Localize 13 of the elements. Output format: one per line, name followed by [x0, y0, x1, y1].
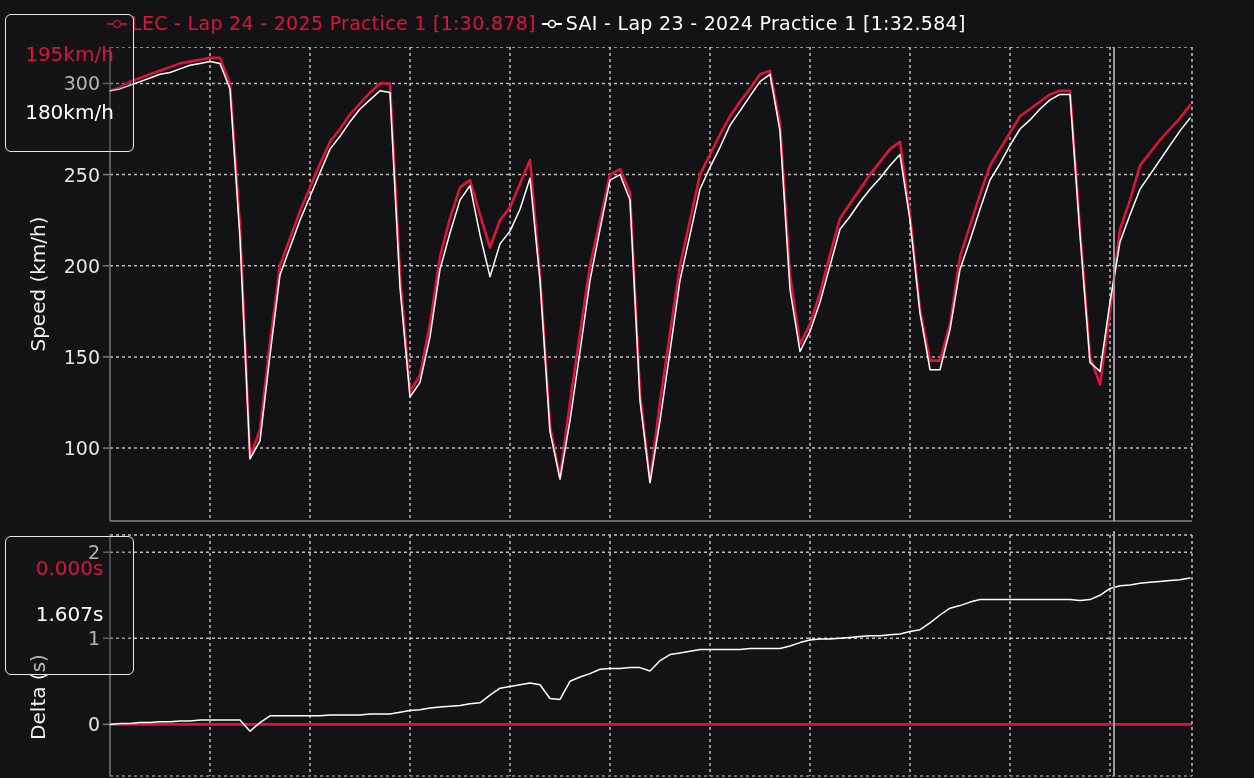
y-tick-label: 250 — [63, 163, 100, 186]
y-tick-label: 1 — [87, 627, 100, 650]
axis-title: Speed (km/h) — [26, 216, 50, 352]
tooltip-value: 1.607s — [35, 601, 104, 628]
y-tick-label: 100 — [63, 437, 100, 460]
tooltip-value: 195km/h — [25, 41, 114, 68]
legend-label[interactable]: SAI - Lap 23 - 2024 Practice 1 [1:32.584] — [565, 9, 966, 38]
axis-title: Delta (s) — [26, 654, 50, 740]
y-tick-label: 0 — [87, 713, 100, 736]
y-tick-label: 150 — [63, 345, 100, 368]
y-tick-label: 200 — [63, 254, 100, 277]
y-tick-label: 300 — [63, 72, 100, 95]
tooltip-value: 180km/h — [25, 99, 114, 126]
